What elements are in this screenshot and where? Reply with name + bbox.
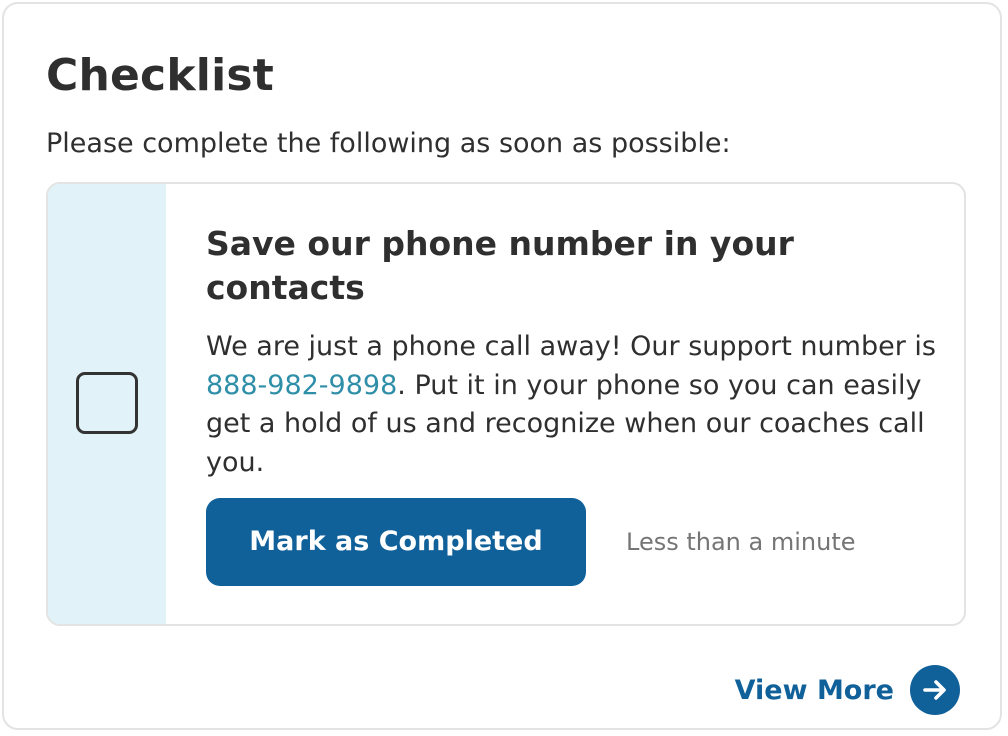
- mark-as-completed-button[interactable]: Mark as Completed: [206, 498, 586, 586]
- view-more-link[interactable]: View More: [735, 664, 960, 716]
- arrow-right-circle-icon: [910, 665, 960, 715]
- description-text-before: We are just a phone call away! Our suppo…: [206, 331, 936, 362]
- checklist-item-body: Save our phone number in your contacts W…: [206, 222, 946, 482]
- checklist-item-title: Save our phone number in your contacts: [206, 224, 794, 307]
- time-estimate: Less than a minute: [626, 528, 856, 556]
- phone-number-link[interactable]: 888-982-9898: [206, 370, 397, 401]
- checklist-item-description: We are just a phone call away! Our suppo…: [206, 328, 946, 482]
- checklist-subtitle: Please complete the following as soon as…: [46, 128, 731, 159]
- checklist-item-rail: [48, 184, 166, 624]
- view-more-label: View More: [734, 674, 894, 706]
- checklist-title: Checklist: [46, 50, 274, 101]
- arrow-right-glyph: [923, 680, 946, 700]
- checkbox-unchecked-icon[interactable]: [76, 372, 138, 434]
- checklist-item-actions: Mark as Completed Less than a minute: [206, 498, 946, 586]
- checklist-item: Save our phone number in your contacts W…: [46, 182, 966, 626]
- checklist-card: Checklist Please complete the following …: [2, 2, 1002, 730]
